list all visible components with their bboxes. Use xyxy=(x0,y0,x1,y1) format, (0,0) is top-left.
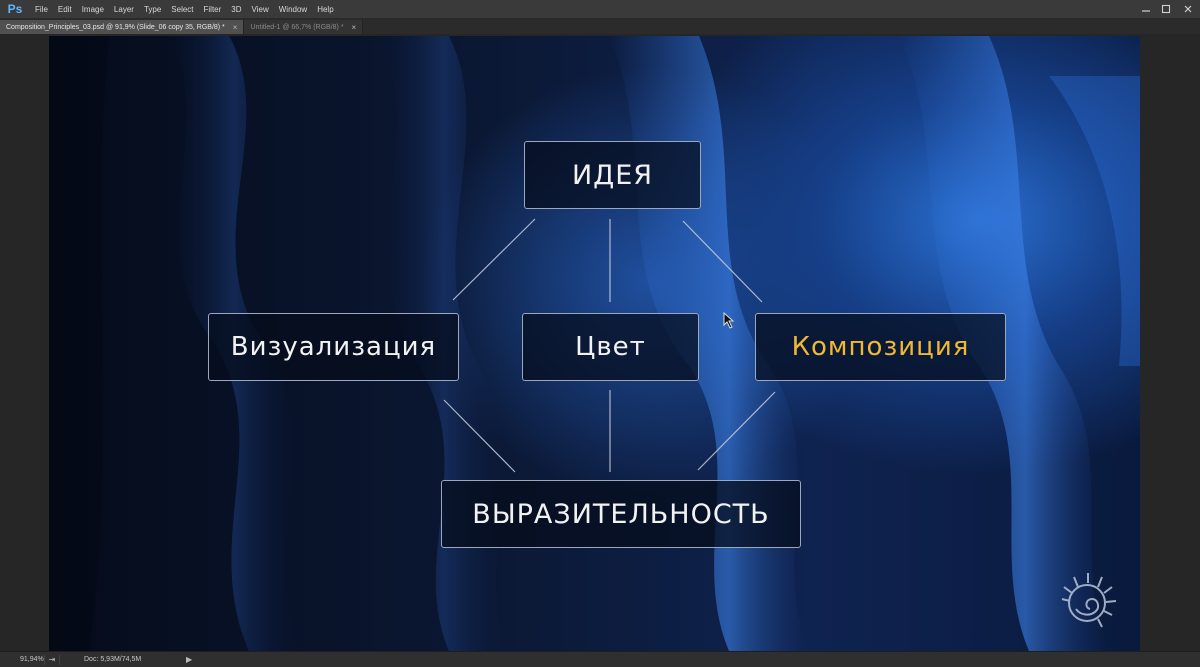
tab-label: Untitled-1 @ 66,7% (RGB/8) * xyxy=(250,23,344,31)
tab-label: Composition_Principles_03.psd @ 91,9% (S… xyxy=(6,23,225,31)
export-icon[interactable]: ⇥ xyxy=(44,654,60,665)
menu-filter[interactable]: Filter xyxy=(199,0,227,19)
box-visualization: Визуализация xyxy=(208,313,459,381)
connector-idea-visualization xyxy=(452,218,536,301)
document-size-info[interactable]: Doc: 5,93M/74,5M xyxy=(60,656,180,663)
status-bar: 91,94% ⇥ Doc: 5,93M/74,5M ▶ xyxy=(0,651,1200,667)
box-composition: Композиция xyxy=(755,313,1006,381)
connector-composition-expressiveness xyxy=(697,391,776,471)
photoshop-logo-icon[interactable]: Ps xyxy=(0,0,30,19)
menu-select[interactable]: Select xyxy=(166,0,198,19)
workspace: ИДЕЯ Визуализация Цвет Композиция ВЫРАЗИ… xyxy=(0,34,1200,651)
box-idea: ИДЕЯ xyxy=(524,141,701,209)
menu-edit[interactable]: Edit xyxy=(53,0,77,19)
minimize-icon[interactable] xyxy=(1136,0,1156,19)
box-idea-label: ИДЕЯ xyxy=(571,159,654,191)
menu-window[interactable]: Window xyxy=(274,0,312,19)
status-menu-arrow-icon[interactable]: ▶ xyxy=(180,655,192,664)
mouse-cursor-icon xyxy=(723,312,735,329)
menu-help[interactable]: Help xyxy=(312,0,338,19)
box-composition-label: Композиция xyxy=(791,332,970,362)
close-icon[interactable] xyxy=(1176,0,1200,19)
menu-layer[interactable]: Layer xyxy=(109,0,139,19)
connector-visualization-expressiveness xyxy=(443,399,516,473)
tab-untitled[interactable]: Untitled-1 @ 66,7% (RGB/8) * × xyxy=(244,20,364,34)
tab-composition-principles[interactable]: Composition_Principles_03.psd @ 91,9% (S… xyxy=(0,20,245,34)
menu-type[interactable]: Type xyxy=(139,0,166,19)
menu-image[interactable]: Image xyxy=(77,0,109,19)
tab-close-icon[interactable]: × xyxy=(233,23,238,32)
box-visualization-label: Визуализация xyxy=(230,332,437,362)
zoom-level[interactable]: 91,94% xyxy=(0,656,44,663)
menu-bar: Ps File Edit Image Layer Type Select Fil… xyxy=(0,0,1200,19)
box-color-label: Цвет xyxy=(575,332,646,362)
window-controls xyxy=(1136,0,1200,19)
connector-idea-composition xyxy=(682,220,763,303)
box-color: Цвет xyxy=(522,313,699,381)
maximize-icon[interactable] xyxy=(1156,0,1176,19)
document-tab-bar: Composition_Principles_03.psd @ 91,9% (S… xyxy=(0,19,1200,34)
watermark-logo-icon xyxy=(1061,573,1117,628)
box-expressiveness: ВЫРАЗИТЕЛЬНОСТЬ xyxy=(441,480,801,548)
document-canvas[interactable]: ИДЕЯ Визуализация Цвет Композиция ВЫРАЗИ… xyxy=(49,36,1140,651)
box-expressiveness-label: ВЫРАЗИТЕЛЬНОСТЬ xyxy=(472,498,770,530)
menu-items: File Edit Image Layer Type Select Filter… xyxy=(30,0,339,19)
menu-3d[interactable]: 3D xyxy=(226,0,246,19)
menu-file[interactable]: File xyxy=(30,0,53,19)
tab-close-icon[interactable]: × xyxy=(352,23,357,32)
menu-view[interactable]: View xyxy=(247,0,274,19)
